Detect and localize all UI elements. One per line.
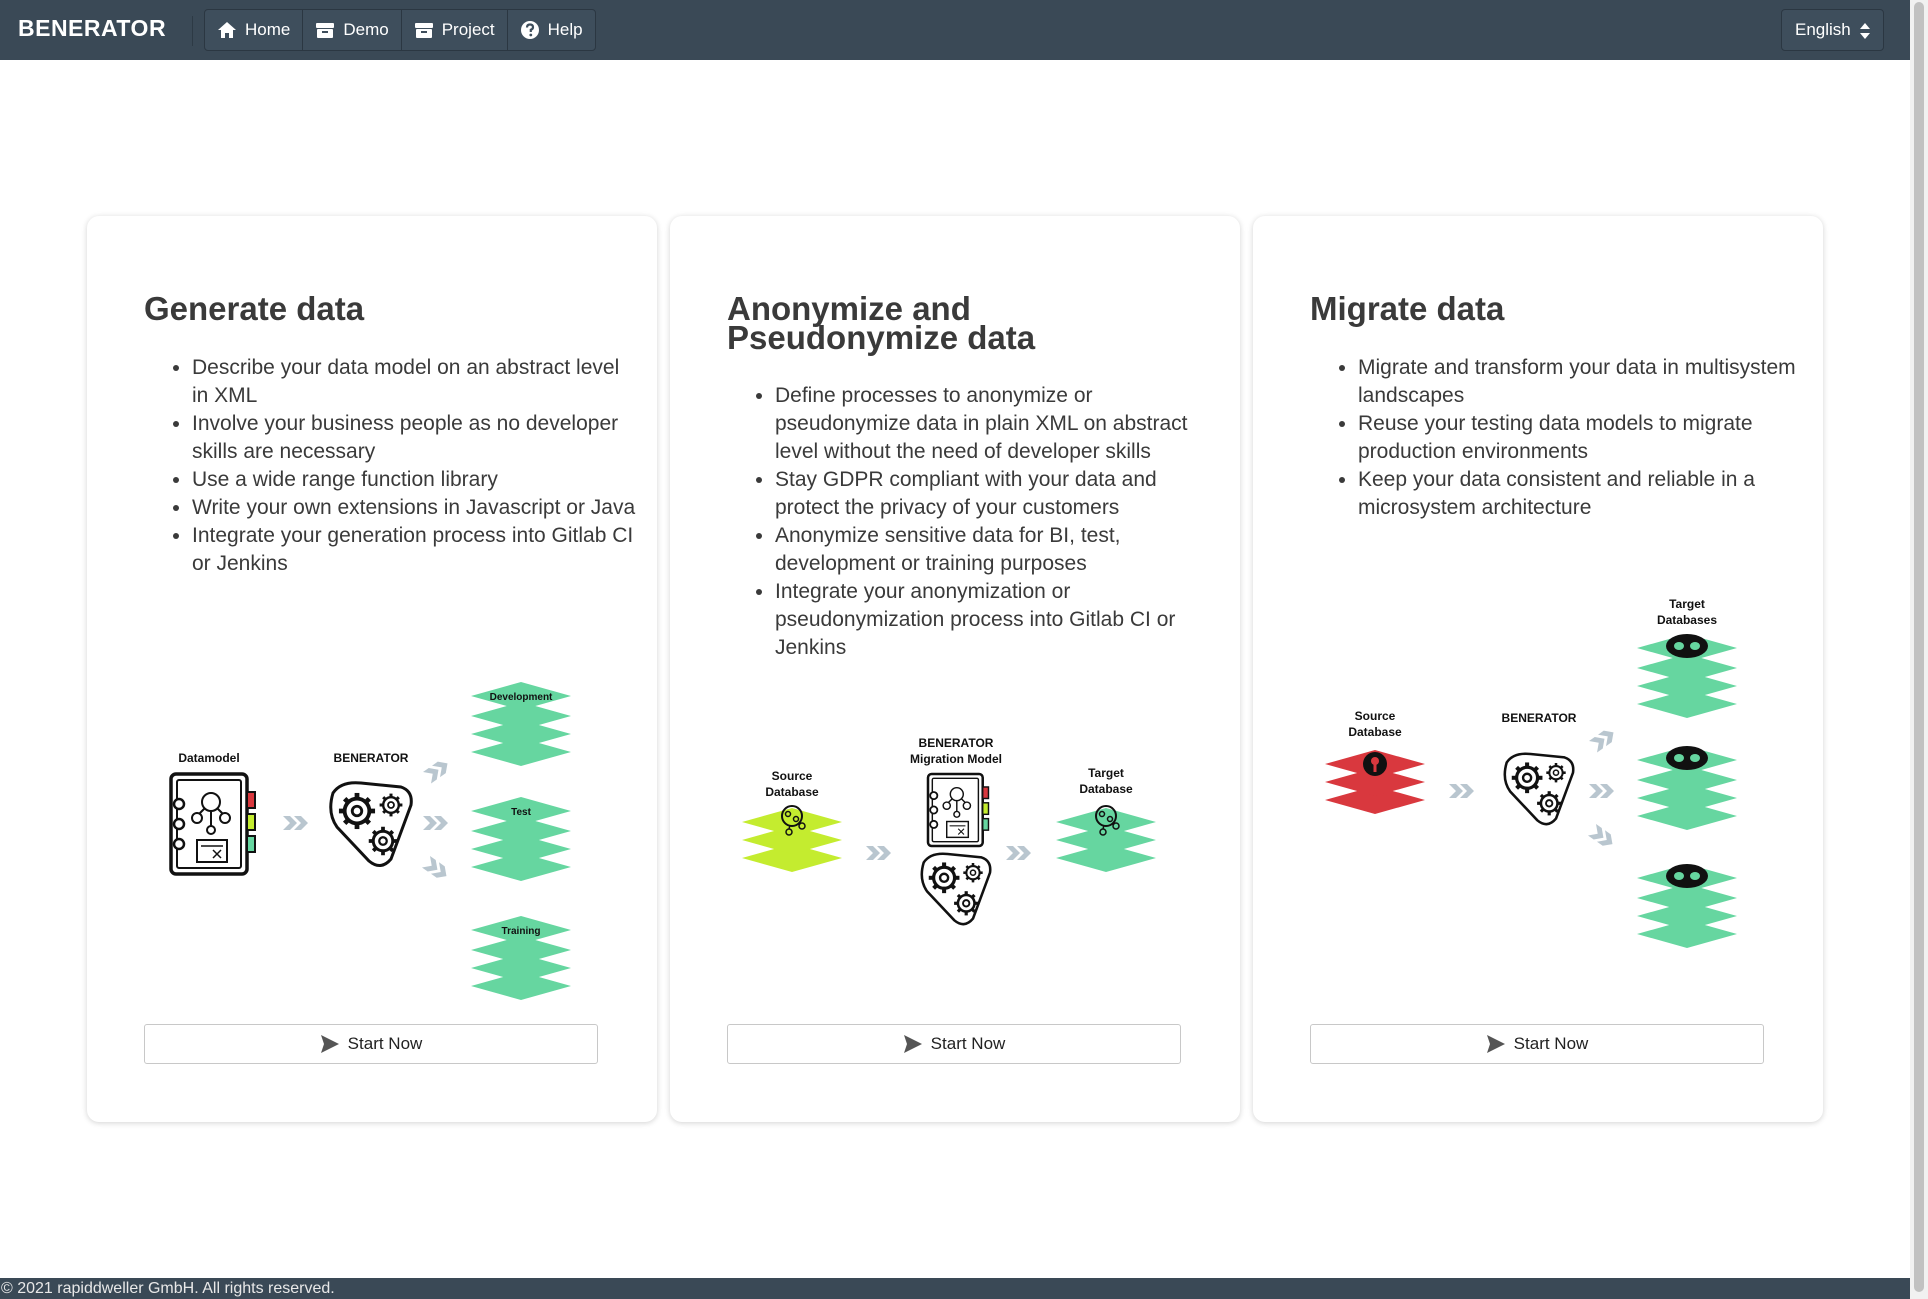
generate-data-card: Generate data Describe your data model o…: [87, 216, 657, 1122]
development-label: Development: [490, 692, 553, 703]
double-chevron-icon: [283, 816, 308, 830]
start-now-button[interactable]: Start Now: [1310, 1024, 1764, 1064]
list-item: Migrate and transform your data in multi…: [1358, 354, 1803, 410]
language-select-value: English: [1795, 20, 1851, 39]
double-chevron-icon: [423, 757, 452, 784]
nav-project-button[interactable]: Project: [400, 9, 508, 51]
datamodel-label: Datamodel: [178, 751, 239, 765]
double-chevron-icon: [1589, 784, 1614, 798]
list-item: Describe your data model on an abstract …: [192, 354, 637, 410]
start-now-label: Start Now: [930, 1034, 1006, 1053]
feature-list: Migrate and transform your data in multi…: [1310, 354, 1803, 522]
nav-project-label: Project: [441, 20, 495, 39]
double-chevron-icon: [1449, 784, 1474, 798]
double-chevron-icon: [421, 856, 451, 882]
vertical-scrollbar[interactable]: [1910, 0, 1928, 1299]
anonymize-data-diagram: Source Database BENERATOR Migration Mode…: [742, 736, 1156, 966]
double-chevron-icon: [1589, 726, 1618, 753]
target-databases-label: Databases: [1657, 613, 1717, 627]
feature-list: Define processes to anonymize or pseudon…: [727, 382, 1220, 662]
nav-help-button[interactable]: Help: [506, 9, 596, 51]
target-label: Target: [1088, 766, 1124, 780]
list-item: Define processes to anonymize or pseudon…: [775, 382, 1220, 466]
mask-icon: [1666, 864, 1708, 888]
start-now-button[interactable]: Start Now: [727, 1024, 1181, 1064]
brand-logo[interactable]: BENERATOR: [18, 15, 166, 42]
benerator-gears-icon: [331, 783, 412, 866]
nav-home-label: Home: [245, 20, 291, 39]
list-item: Write your own extensions in Javascript …: [192, 494, 637, 522]
help-circle-icon: [520, 21, 539, 39]
list-item: Integrate your anonymization or pseudony…: [775, 578, 1220, 662]
double-chevron-icon: [866, 846, 891, 860]
list-item: Anonymize sensitive data for BI, test, d…: [775, 522, 1220, 578]
send-arrow-icon: [903, 1035, 922, 1053]
start-now-button[interactable]: Start Now: [144, 1024, 598, 1064]
key-icon: [1363, 752, 1387, 776]
list-item: Stay GDPR compliant with your data and p…: [775, 466, 1220, 522]
language-select[interactable]: English: [1781, 9, 1884, 51]
send-arrow-icon: [1486, 1035, 1505, 1053]
anonymize-data-card: Anonymize and Pseudonymize data Define p…: [670, 216, 1240, 1122]
source-database-stack-icon: [742, 808, 842, 872]
list-item: Reuse your testing data models to migrat…: [1358, 410, 1803, 466]
list-item: Involve your business people as no devel…: [192, 410, 637, 466]
target-database-label: Database: [1079, 782, 1133, 796]
source-database-label: Database: [765, 785, 819, 799]
nav-demo-button[interactable]: Demo: [302, 9, 402, 51]
benerator-label: BENERATOR: [334, 751, 409, 765]
nav-help-label: Help: [547, 20, 583, 39]
benerator-label: BENERATOR: [919, 736, 994, 750]
benerator-gears-icon: [922, 854, 990, 924]
sort-arrows-icon: [1860, 23, 1870, 39]
target-label: Target: [1669, 597, 1705, 611]
source-label: Source: [1355, 709, 1396, 723]
main-nav: Home Demo Project Help: [204, 9, 596, 51]
migration-model-label: Migration Model: [910, 752, 1002, 766]
start-now-label: Start Now: [1513, 1034, 1589, 1053]
training-label: Training: [502, 926, 541, 937]
double-chevron-icon: [1006, 846, 1031, 860]
copyright-text: © 2021 rapiddweller GmbH. All rights res…: [1, 1280, 335, 1297]
nav-demo-label: Demo: [343, 20, 389, 39]
feature-list: Describe your data model on an abstract …: [144, 354, 637, 578]
source-label: Source: [772, 769, 813, 783]
mask-icon: [1666, 634, 1708, 658]
migrate-data-card: Migrate data Migrate and transform your …: [1253, 216, 1823, 1122]
double-chevron-icon: [1587, 824, 1617, 850]
home-icon: [218, 22, 236, 38]
double-chevron-icon: [423, 816, 448, 830]
target-database-stack-icon: [1056, 808, 1156, 872]
test-label: Test: [511, 807, 531, 818]
card-title: Migrate data: [1310, 290, 1505, 327]
start-now-label: Start Now: [347, 1034, 423, 1053]
notebook-icon: [169, 772, 257, 876]
box-icon: [316, 23, 335, 38]
nav-home-button[interactable]: Home: [204, 9, 304, 51]
list-item: Integrate your generation process into G…: [192, 522, 637, 578]
list-item: Use a wide range function library: [192, 466, 637, 494]
migrate-data-diagram: Target Databases Source Database BENERAT…: [1325, 597, 1737, 948]
notebook-icon: [926, 772, 990, 848]
mask-icon: [1666, 746, 1708, 770]
source-database-label: Database: [1348, 725, 1402, 739]
generate-data-diagram: Datamodel BENERATOR Development Test Tra…: [169, 682, 571, 1000]
list-item: Keep your data consistent and reliable i…: [1358, 466, 1803, 522]
top-navbar: BENERATOR Home Demo Project Help English: [0, 0, 1910, 60]
card-title: Anonymize and Pseudonymize data: [727, 290, 1036, 356]
benerator-label: BENERATOR: [1502, 711, 1577, 725]
benerator-gears-icon: [1505, 754, 1573, 824]
footer: © 2021 rapiddweller GmbH. All rights res…: [0, 1278, 1910, 1299]
navbar-divider: [192, 16, 193, 46]
box-icon: [414, 23, 433, 38]
card-title: Generate data: [144, 290, 365, 327]
send-arrow-icon: [320, 1035, 339, 1053]
scrollbar-thumb[interactable]: [1914, 2, 1924, 1292]
